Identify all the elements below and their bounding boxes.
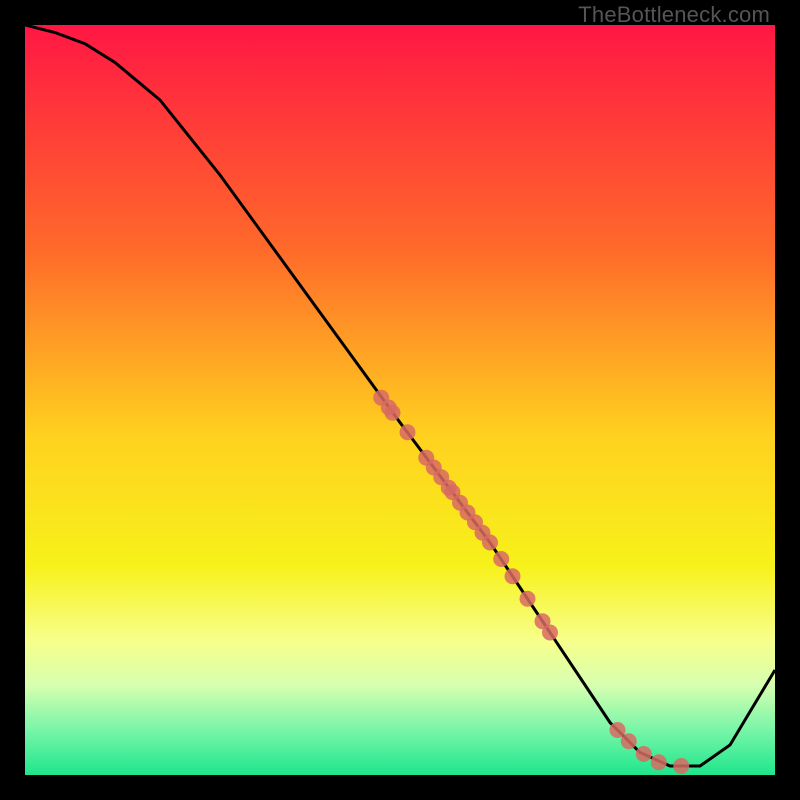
scatter-point <box>636 746 652 762</box>
watermark-text: TheBottleneck.com <box>578 2 770 28</box>
scatter-point <box>493 551 509 567</box>
scatter-point <box>621 733 637 749</box>
chart-frame <box>25 25 775 775</box>
scatter-point <box>651 754 667 770</box>
scatter-point <box>482 535 498 551</box>
scatter-point <box>542 625 558 641</box>
gradient-background <box>25 25 775 775</box>
scatter-point <box>673 758 689 774</box>
scatter-point <box>400 424 416 440</box>
scatter-point <box>520 591 536 607</box>
scatter-point <box>505 568 521 584</box>
chart-svg <box>25 25 775 775</box>
scatter-point <box>385 405 401 421</box>
